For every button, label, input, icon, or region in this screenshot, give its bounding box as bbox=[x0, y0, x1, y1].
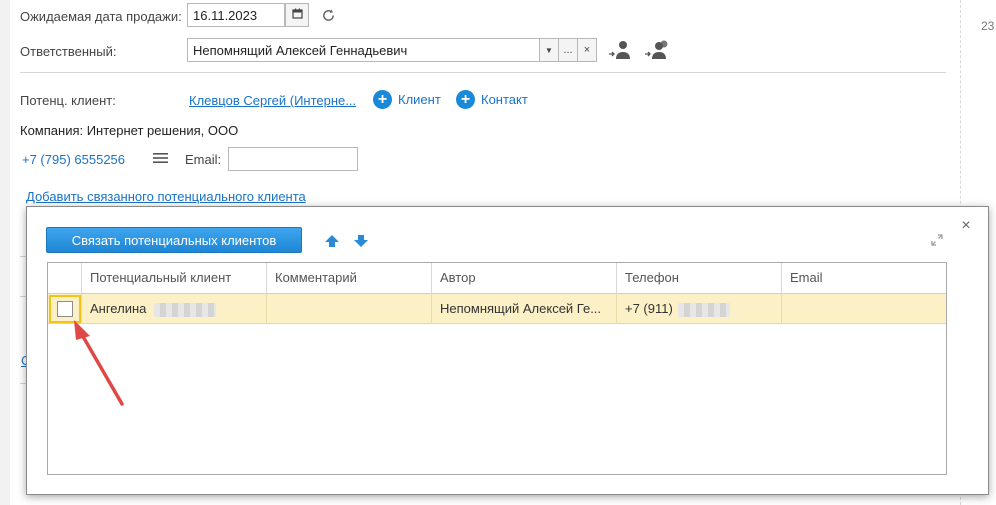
annotation-arrow bbox=[74, 320, 124, 406]
